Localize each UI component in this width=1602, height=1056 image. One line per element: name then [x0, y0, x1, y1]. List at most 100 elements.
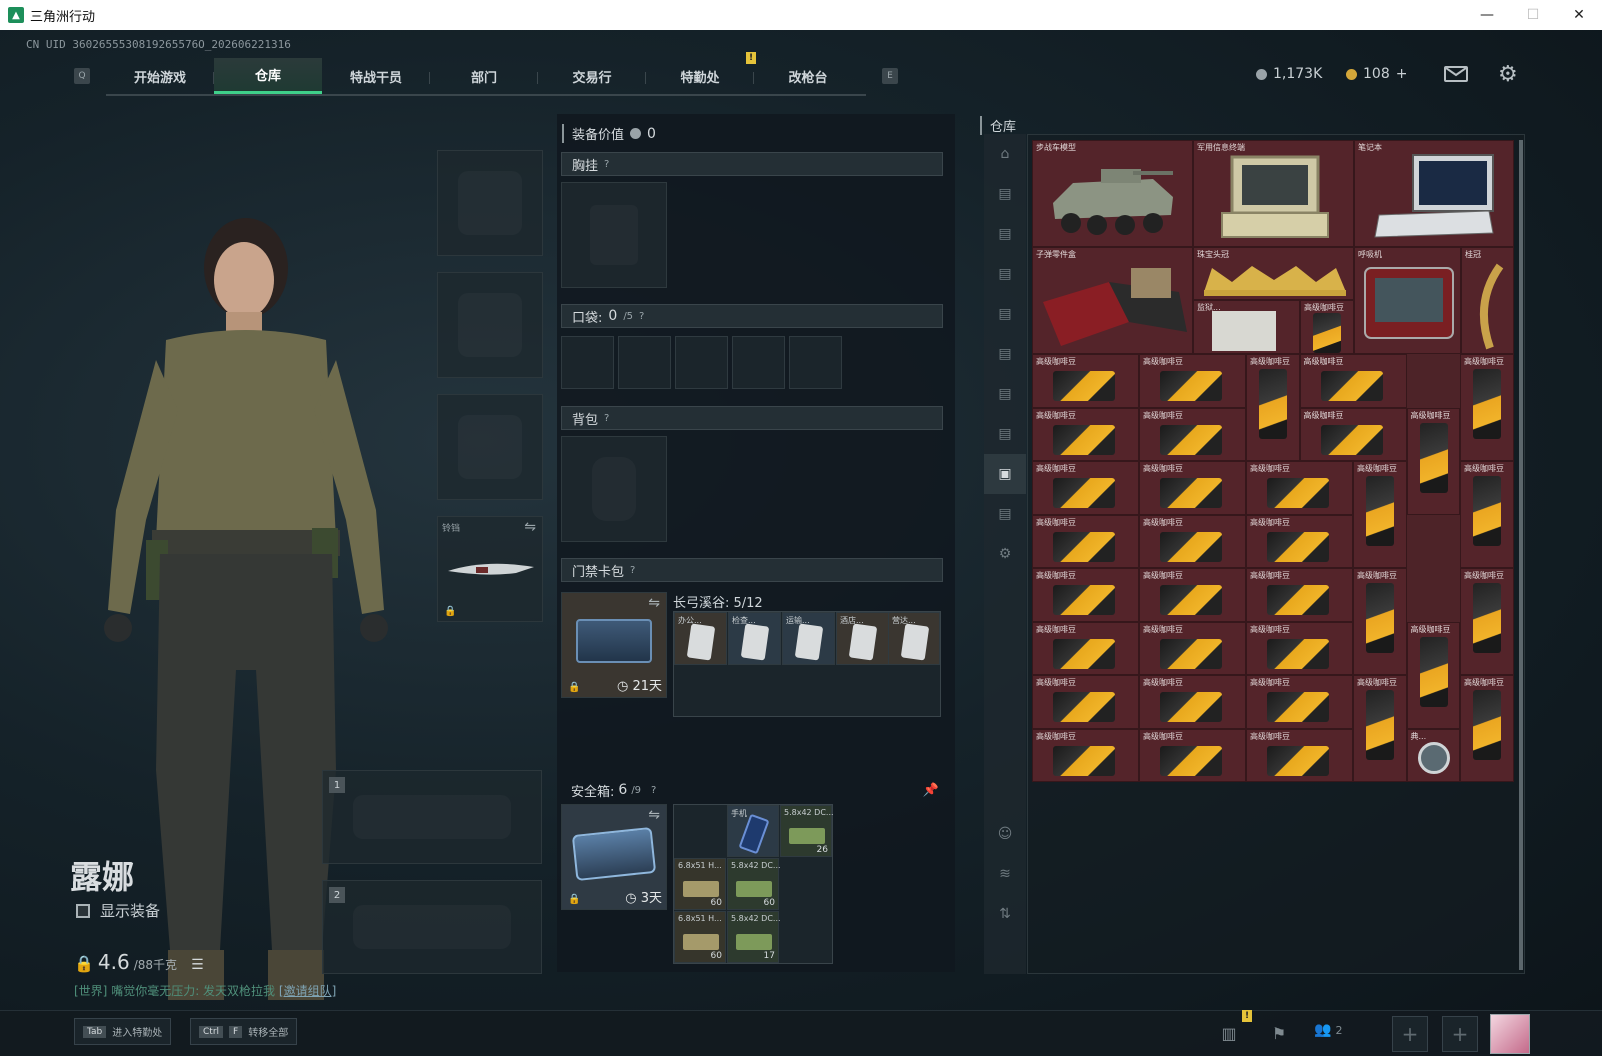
swap-icon[interactable]: ⇋	[648, 807, 660, 823]
warehouse-tab-icon[interactable]: ▤	[984, 214, 1026, 254]
maximize-button[interactable]: ☐	[1510, 0, 1556, 30]
pistol-slot[interactable]	[437, 394, 543, 500]
safe-item-ammo[interactable]: 6.8x51 H... 60	[674, 858, 726, 910]
warehouse-tab-icon[interactable]: ▤	[984, 294, 1026, 334]
pocket-slot[interactable]	[732, 336, 785, 389]
warehouse-tab-icon[interactable]: ▤	[984, 254, 1026, 294]
invite-team-link[interactable]: [邀请组队]	[279, 984, 336, 998]
helmet-slot[interactable]	[437, 150, 543, 256]
keycard-item[interactable]: 检查...	[728, 612, 781, 665]
warehouse-item-coffee[interactable]: 高级咖啡豆	[1460, 354, 1514, 461]
silver-currency[interactable]: 1,173K	[1256, 66, 1322, 82]
flag-icon[interactable]: ⚑	[1262, 1016, 1296, 1050]
warehouse-item-coffee[interactable]: 高级咖啡豆	[1139, 407, 1246, 461]
warehouse-item-badge[interactable]: 典...	[1406, 728, 1460, 782]
warehouse-tab-icon[interactable]: ▤	[984, 174, 1026, 214]
keycard-item[interactable]: 营达...	[888, 612, 940, 665]
friends-button[interactable]: 👥 2	[1314, 1022, 1342, 1038]
warehouse-tab-active-icon[interactable]: ▣	[984, 454, 1026, 494]
close-button[interactable]: ✕	[1556, 0, 1602, 30]
warehouse-tab-icon[interactable]: ▤	[984, 414, 1026, 454]
warehouse-profile-icon[interactable]: ☺	[984, 814, 1026, 854]
warehouse-item-coffee[interactable]: 高级咖啡豆	[1299, 354, 1407, 408]
enter-special-ops-hotkey[interactable]: Tab 进入特勤处	[74, 1018, 172, 1045]
tab-gunsmith[interactable]: 改枪台	[754, 58, 862, 94]
settings-gear-icon[interactable]: ⚙	[1498, 62, 1518, 87]
warehouse-item-coffee[interactable]: 高级咖啡豆	[1406, 407, 1460, 515]
keycard-item[interactable]: 办公...	[674, 612, 727, 665]
warehouse-tab-home-icon[interactable]: ⌂	[984, 134, 1026, 174]
keycard-item[interactable]: 运输...	[782, 612, 835, 665]
warehouse-item-coffee[interactable]: 高级咖啡豆	[1139, 568, 1246, 622]
gold-currency[interactable]: 108 +	[1346, 66, 1407, 82]
warehouse-scrollbar[interactable]	[1519, 140, 1523, 970]
warehouse-item-jewel-crown[interactable]: 珠宝头冠	[1193, 247, 1354, 300]
warehouse-item-coffee[interactable]: 高级咖啡豆	[1246, 728, 1353, 782]
pocket-slot[interactable]	[561, 336, 614, 389]
warehouse-item-coffee[interactable]: 高级咖啡豆	[1246, 568, 1353, 622]
help-icon[interactable]: ?	[604, 159, 609, 170]
melee-slot[interactable]: 铃铛 ⇋ 🔒	[437, 516, 543, 622]
warehouse-item-coffee[interactable]: 高级咖啡豆	[1139, 728, 1246, 782]
warehouse-item-coffee[interactable]: 高级咖啡豆	[1139, 354, 1246, 408]
invite-slot-button[interactable]: +	[1392, 1016, 1428, 1052]
armor-slot[interactable]	[437, 272, 543, 378]
warehouse-tab-icon[interactable]: ▤	[984, 374, 1026, 414]
warehouse-item-coffee[interactable]: 高级咖啡豆	[1032, 407, 1139, 461]
add-currency-button[interactable]: +	[1396, 66, 1408, 82]
warehouse-item-coffee[interactable]: 高级咖啡豆	[1299, 407, 1407, 461]
warehouse-item-coffee[interactable]: 高级咖啡豆	[1032, 354, 1139, 408]
invite-slot-button[interactable]: +	[1442, 1016, 1478, 1052]
warehouse-item-coffee[interactable]: 高级咖啡豆	[1460, 675, 1514, 782]
warehouse-item-coffee[interactable]: 高级咖啡豆	[1353, 675, 1407, 782]
warehouse-item-coffee[interactable]: 高级咖啡豆	[1032, 461, 1139, 515]
warehouse-item-laptop[interactable]: 笔记本	[1354, 140, 1514, 247]
warehouse-item-coffee[interactable]: 高级咖啡豆	[1032, 621, 1139, 675]
help-icon[interactable]: ?	[604, 413, 609, 424]
help-icon[interactable]: ?	[651, 785, 656, 796]
warehouse-item-coffee[interactable]: 高级咖啡豆	[1300, 300, 1354, 354]
warehouse-item-coffee[interactable]: 高级咖啡豆	[1032, 675, 1139, 729]
warehouse-item-coffee[interactable]: 高级咖啡豆	[1246, 514, 1353, 568]
primary-weapon-slot-1[interactable]: 1	[322, 770, 542, 864]
safe-item-ammo[interactable]: 5.8x42 DC... 26	[780, 805, 834, 857]
warehouse-item-prison-map[interactable]: 监狱...	[1193, 300, 1300, 354]
warehouse-item-coffee[interactable]: 高级咖啡豆	[1246, 354, 1300, 461]
chest-rig-slot[interactable]	[561, 182, 667, 288]
help-icon[interactable]: ?	[630, 565, 635, 576]
warehouse-item-coffee[interactable]: 高级咖啡豆	[1460, 568, 1514, 675]
warehouse-item-coffee[interactable]: 高级咖啡豆	[1032, 568, 1139, 622]
warehouse-tab-icon[interactable]: ▤	[984, 494, 1026, 534]
warehouse-item-ifv-model[interactable]: 步战车模型	[1032, 140, 1193, 247]
warehouse-item-military-terminal[interactable]: 军用信息终端	[1193, 140, 1354, 247]
safe-item-phone[interactable]: 手机	[727, 805, 779, 857]
warehouse-settings-icon[interactable]: ⚙	[984, 534, 1026, 574]
show-equipment-checkbox[interactable]	[76, 903, 90, 918]
transfer-all-hotkey[interactable]: Ctrl F 转移全部	[190, 1018, 298, 1045]
help-icon[interactable]: ?	[639, 311, 644, 322]
warehouse-item-coffee[interactable]: 高级咖啡豆	[1406, 621, 1460, 729]
pocket-slot[interactable]	[789, 336, 842, 389]
warehouse-item-coffee[interactable]: 高级咖啡豆	[1139, 675, 1246, 729]
primary-weapon-slot-2[interactable]: 2	[322, 880, 542, 974]
warehouse-item-coffee[interactable]: 高级咖啡豆	[1032, 728, 1139, 782]
warehouse-item-coffee[interactable]: 高级咖啡豆	[1246, 675, 1353, 729]
pocket-slot[interactable]	[618, 336, 671, 389]
list-icon[interactable]: ☰	[191, 957, 204, 973]
tab-special-ops[interactable]: 特勤处	[646, 58, 754, 94]
warehouse-item-laurel[interactable]: 桂冠	[1461, 247, 1514, 354]
swap-icon[interactable]: ⇋	[648, 595, 660, 611]
nav-prev-key[interactable]: Q	[74, 68, 90, 84]
sort-icon[interactable]: ⇅	[984, 894, 1026, 934]
warehouse-item-ammo-parts-box[interactable]: 子弹零件盒	[1032, 247, 1193, 354]
safe-box-slot[interactable]: ⇋ 🔒 ◷ 3天	[561, 804, 667, 910]
player-avatar[interactable]	[1490, 1014, 1530, 1054]
world-chat-line[interactable]: [世界] 嘴觉你毫无压力: 发天双枪拉我 [邀请组队]	[74, 982, 336, 999]
keycard-case-slot[interactable]: ⇋ 🔒 ◷ 21天	[561, 592, 667, 698]
safe-item-ammo[interactable]: 5.8x42 DC... 17	[727, 911, 781, 963]
warehouse-item-coffee[interactable]: 高级咖啡豆	[1353, 461, 1407, 568]
warehouse-item-coffee[interactable]: 高级咖啡豆	[1032, 514, 1139, 568]
warehouse-item-coffee[interactable]: 高级咖啡豆	[1139, 461, 1246, 515]
safe-item-ammo[interactable]: 6.8x51 H... 60	[674, 911, 726, 963]
warehouse-item-coffee[interactable]: 高级咖啡豆	[1139, 621, 1246, 675]
